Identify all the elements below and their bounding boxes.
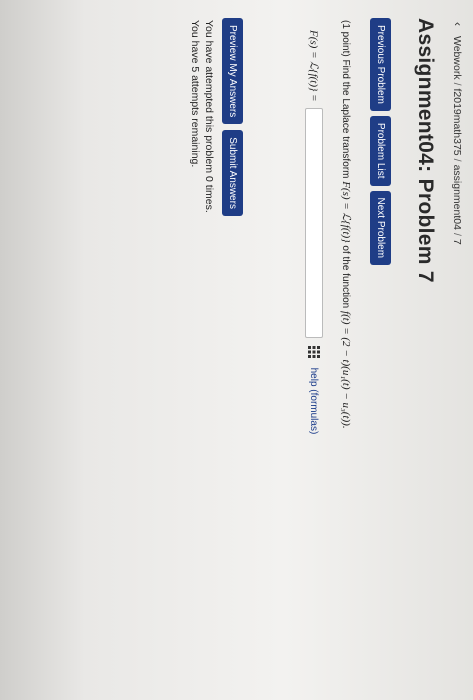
breadcrumb-separator: / bbox=[451, 82, 463, 86]
problem-statement: (1 point) Find the Laplace transform F(s… bbox=[340, 20, 353, 429]
breadcrumb-webwork[interactable]: Webwork bbox=[451, 36, 463, 80]
previous-problem-button[interactable]: Previous Problem bbox=[370, 18, 391, 111]
breadcrumb-problem: 7 bbox=[451, 238, 463, 245]
answer-actions: Preview My Answers Submit Answers bbox=[222, 18, 243, 222]
problem-points: (1 point) bbox=[340, 20, 351, 57]
preview-answers-button[interactable]: Preview My Answers bbox=[222, 18, 243, 125]
attempts-status: You have attempted this problem 0 times.… bbox=[188, 20, 216, 213]
page-title: Assignment04: Problem 7 bbox=[414, 18, 437, 283]
problem-list-button[interactable]: Problem List bbox=[370, 115, 391, 186]
back-chevron-icon[interactable]: ‹ bbox=[451, 22, 465, 26]
problem-navigation: Previous Problem Problem List Next Problem bbox=[370, 18, 391, 270]
problem-instruction: Find the Laplace transform bbox=[340, 59, 351, 179]
problem-function-expression: f(t) = (2 − t)(u₁(t) − u₃(t)). bbox=[340, 311, 352, 429]
breadcrumb-separator: / bbox=[451, 158, 463, 162]
answer-row: F(s) = ℒ{f(t)} = help (formulas) bbox=[305, 30, 323, 434]
attempted-count-text: You have attempted this problem 0 times. bbox=[203, 20, 215, 213]
webwork-page: ‹ Webwork / f2019math375 / assignment04 / 7 Ass… bbox=[0, 0, 473, 700]
answer-label: F(s) = ℒ{f(t)} = bbox=[307, 30, 320, 102]
breadcrumb-course[interactable]: f2019math375 bbox=[451, 89, 463, 156]
breadcrumb: ‹ Webwork / f2019math375 / assignment04 / 7 bbox=[451, 22, 465, 245]
submit-answers-button[interactable]: Submit Answers bbox=[222, 130, 243, 216]
answer-input[interactable] bbox=[305, 107, 323, 338]
next-problem-button[interactable]: Next Problem bbox=[370, 190, 391, 266]
screenshot-stage: ‹ Webwork / f2019math375 / assignment04 / 7 Ass… bbox=[0, 0, 473, 700]
help-formulas-link[interactable]: help (formulas) bbox=[309, 368, 320, 435]
attempts-remaining-text: You have 5 attempts remaining. bbox=[189, 20, 201, 168]
problem-laplace-expression: F(s) = ℒ{f(t)} bbox=[340, 181, 352, 243]
breadcrumb-separator: / bbox=[451, 232, 463, 236]
breadcrumb-assignment[interactable]: assignment04 bbox=[451, 165, 463, 230]
grid-icon[interactable] bbox=[308, 345, 320, 358]
problem-connector: of the function bbox=[340, 245, 351, 309]
